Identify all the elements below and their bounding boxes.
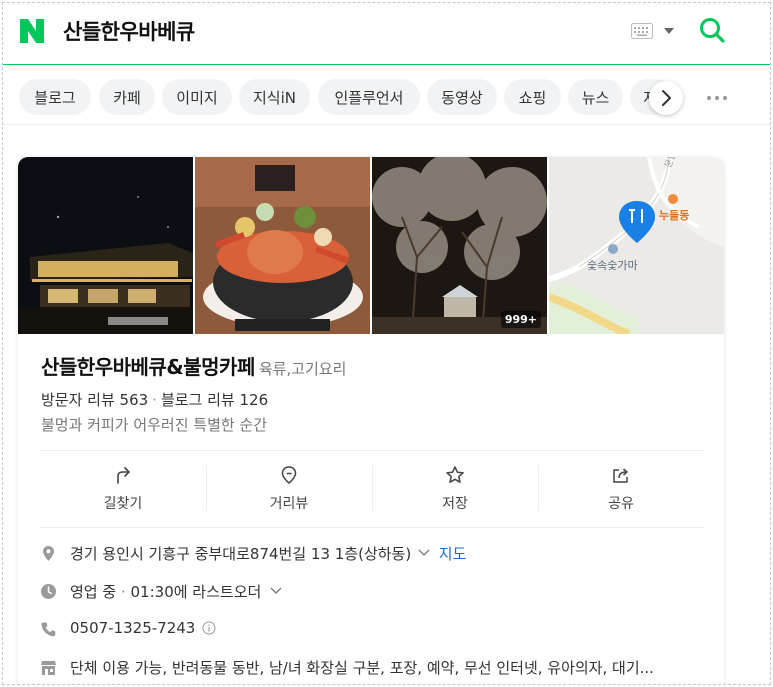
review-separator: · bbox=[152, 391, 157, 409]
location-pin-icon bbox=[281, 466, 297, 484]
keyboard-icon[interactable] bbox=[631, 23, 653, 39]
hours-row: 영업 중 · 01:30에 라스트오더 bbox=[40, 581, 710, 603]
save-button[interactable]: 저장 bbox=[372, 451, 538, 529]
tabs-next-button[interactable] bbox=[649, 81, 683, 115]
star-icon bbox=[446, 466, 464, 483]
tab-kin[interactable]: 지식iN bbox=[239, 79, 310, 115]
map-label-area: 누들동 bbox=[659, 209, 690, 222]
place-category: 육류,고기요리 bbox=[258, 360, 347, 378]
address-text: 경기 용인시 기흥구 중부대로874번길 13 1층(상하동) bbox=[70, 545, 412, 563]
map-thumbnail[interactable]: 누들동 숯속숯가마 문달로 bbox=[549, 157, 724, 334]
search-query[interactable]: 산들한우바베큐 bbox=[63, 16, 195, 46]
store-icon bbox=[41, 661, 56, 675]
page-frame: 산들한우바베큐 블로그 카페 이미지 지식iN 인플루언서 동영상 쇼핑 뉴스 … bbox=[2, 2, 771, 685]
search-tabs: 블로그 카페 이미지 지식iN 인플루언서 동영상 쇼핑 뉴스 지 bbox=[3, 73, 770, 125]
more-options-icon[interactable] bbox=[705, 91, 729, 105]
hours-detail: 01:30에 라스트오더 bbox=[130, 583, 262, 601]
phone-number[interactable]: 0507-1325-7243 bbox=[70, 619, 195, 637]
save-label: 저장 bbox=[442, 496, 468, 512]
tab-shopping[interactable]: 쇼핑 bbox=[504, 79, 561, 115]
search-header: 산들한우바베큐 bbox=[3, 3, 770, 65]
share-button[interactable]: 공유 bbox=[538, 451, 704, 529]
naver-logo-icon[interactable] bbox=[19, 18, 45, 44]
tab-news[interactable]: 뉴스 bbox=[568, 79, 623, 115]
info-icon[interactable] bbox=[202, 621, 216, 635]
place-title-row: 산들한우바베큐&불멍카페 육류,고기요리 bbox=[41, 351, 346, 380]
tab-blog[interactable]: 블로그 bbox=[19, 79, 91, 115]
address-text-group: 경기 용인시 기흥구 중부대로874번길 13 1층(상하동) 지도 bbox=[70, 543, 466, 564]
share-icon bbox=[613, 468, 628, 483]
place-card: 999+ 누들동 숯속숯가마 문달로 bbox=[18, 157, 724, 684]
map-label-poi: 숯속숯가마 bbox=[587, 259, 638, 272]
photo-exterior-image bbox=[18, 157, 193, 334]
directions-button[interactable]: 길찾기 bbox=[40, 451, 206, 529]
hours-text-group[interactable]: 영업 중 · 01:30에 라스트오더 bbox=[70, 581, 282, 602]
blog-review-link[interactable]: 블로그 리뷰 126 bbox=[161, 391, 268, 409]
directions-label: 길찾기 bbox=[103, 496, 143, 512]
chevron-down-icon[interactable] bbox=[418, 549, 430, 557]
chevron-right-icon bbox=[662, 90, 671, 106]
hours-separator: · bbox=[120, 583, 126, 601]
address-row: 경기 용인시 기흥구 중부대로874번길 13 1층(상하동) 지도 bbox=[40, 543, 710, 565]
tab-cafe[interactable]: 카페 bbox=[99, 79, 155, 115]
directions-icon bbox=[117, 467, 130, 484]
amenities-row: 단체 이용 가능, 반려동물 동반, 남/녀 화장실 구분, 포장, 예약, 무… bbox=[40, 657, 710, 679]
street-view-label: 거리뷰 bbox=[269, 496, 309, 512]
tab-video[interactable]: 동영상 bbox=[427, 79, 497, 115]
amenities-text[interactable]: 단체 이용 가능, 반려동물 동반, 남/녀 화장실 구분, 포장, 예약, 무… bbox=[70, 657, 654, 678]
share-label: 공유 bbox=[608, 496, 634, 512]
review-counts: 방문자 리뷰 563 · 블로그 리뷰 126 bbox=[41, 389, 268, 410]
visitor-review-link[interactable]: 방문자 리뷰 563 bbox=[41, 391, 148, 409]
place-actions: 길찾기 거리뷰 저장 공유 bbox=[40, 450, 704, 528]
photo-food-dish[interactable] bbox=[195, 157, 370, 334]
phone-icon bbox=[41, 622, 56, 637]
phone-row: 0507-1325-7243 bbox=[40, 619, 710, 641]
search-icon[interactable] bbox=[698, 16, 726, 44]
photo-snow-night[interactable]: 999+ bbox=[372, 157, 547, 334]
photo-snow-image bbox=[372, 157, 547, 334]
chevron-down-icon[interactable] bbox=[270, 587, 282, 595]
place-name[interactable]: 산들한우바베큐&불멍카페 bbox=[41, 355, 255, 379]
phone-text-group: 0507-1325-7243 bbox=[70, 619, 216, 637]
photo-count-badge: 999+ bbox=[500, 311, 541, 328]
clock-icon bbox=[41, 584, 56, 599]
address-map-link[interactable]: 지도 bbox=[439, 545, 467, 563]
photo-exterior-night[interactable] bbox=[18, 157, 193, 334]
map-marker-icon bbox=[43, 546, 54, 561]
place-description: 불멍과 커피가 어우러진 특별한 순간 bbox=[41, 416, 268, 434]
hours-status: 영업 중 bbox=[70, 583, 117, 601]
map-image bbox=[549, 157, 724, 334]
tab-image[interactable]: 이미지 bbox=[162, 79, 232, 115]
photo-food-image bbox=[195, 157, 370, 334]
tab-influencer[interactable]: 인플루언서 bbox=[318, 79, 420, 115]
caret-down-icon[interactable] bbox=[663, 27, 675, 35]
street-view-button[interactable]: 거리뷰 bbox=[206, 451, 372, 529]
